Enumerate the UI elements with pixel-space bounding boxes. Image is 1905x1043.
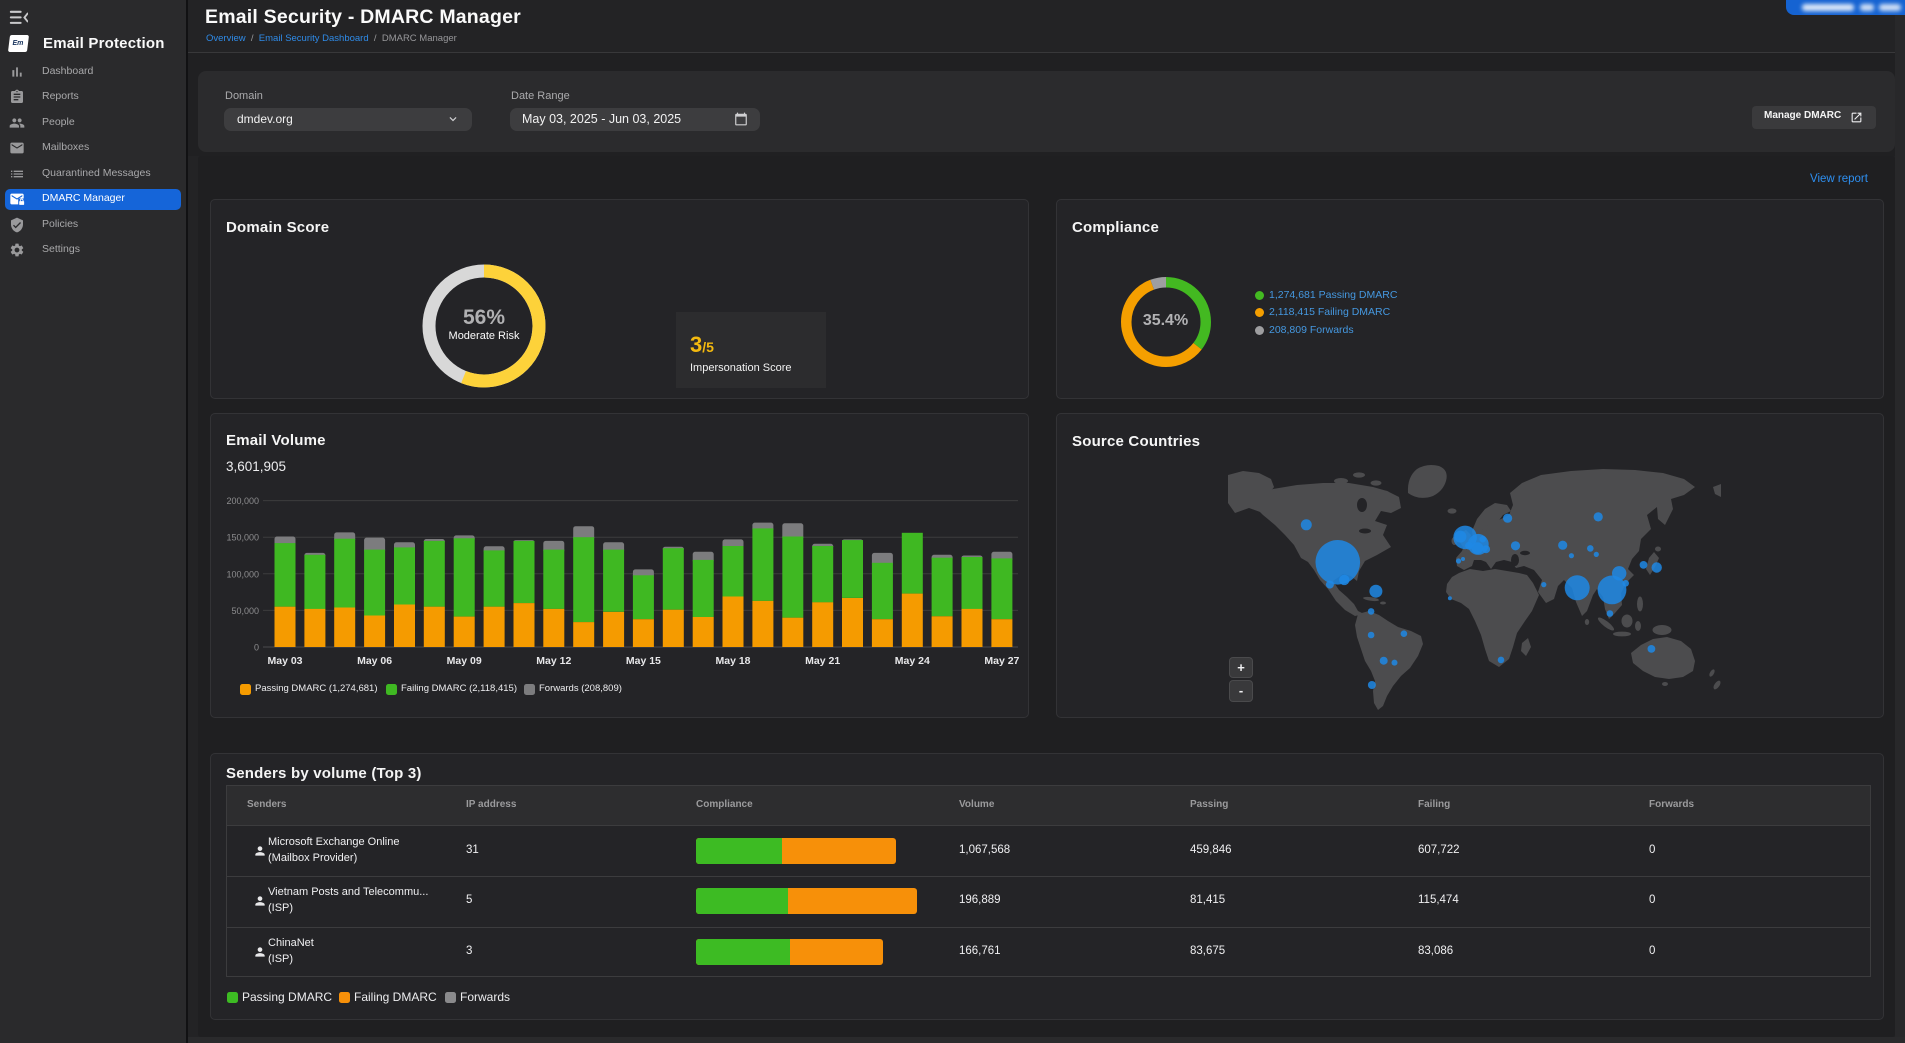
svg-text:May 18: May 18 [715,655,750,667]
svg-text:0: 0 [254,643,259,653]
svg-text:100,000: 100,000 [226,569,259,579]
svg-text:May 12: May 12 [536,655,571,667]
svg-text:150,000: 150,000 [226,533,259,543]
svg-text:200,000: 200,000 [226,496,259,506]
svg-text:May 21: May 21 [805,655,840,667]
svg-text:May 09: May 09 [447,655,482,667]
svg-text:May 06: May 06 [357,655,392,667]
svg-text:50,000: 50,000 [231,606,259,616]
svg-text:May 27: May 27 [984,655,1019,667]
svg-text:May 15: May 15 [626,655,661,667]
svg-text:May 03: May 03 [267,655,302,667]
svg-text:May 24: May 24 [895,655,930,667]
